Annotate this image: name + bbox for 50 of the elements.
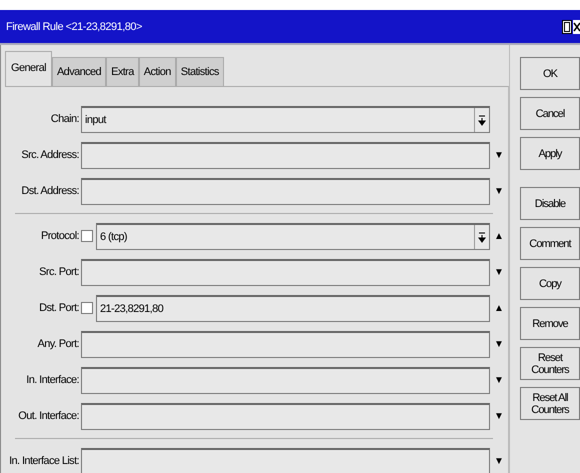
- tab[interactable]: General: [5, 51, 52, 86]
- text-field[interactable]: [81, 448, 490, 473]
- dropdown-icon[interactable]: [474, 108, 489, 132]
- field-label: In. Interface List:: [8, 455, 80, 467]
- field-label: Out. Interface:: [17, 410, 80, 422]
- action-button[interactable]: Disable: [520, 187, 580, 220]
- dropdown-icon[interactable]: [474, 224, 489, 248]
- toggle-arrow[interactable]: ▼: [490, 266, 508, 278]
- toggle-arrow[interactable]: ▲: [490, 302, 508, 314]
- toggle-arrow[interactable]: ▼: [490, 410, 508, 422]
- action-button[interactable]: Comment: [520, 227, 580, 260]
- action-button[interactable]: Remove: [520, 307, 580, 340]
- window-title: Firewall Rule <21-23,8291,80>: [5, 20, 142, 32]
- tab[interactable]: Extra: [106, 57, 139, 86]
- field-label: Dst. Port:: [38, 302, 80, 314]
- field-label: Protocol:: [40, 230, 80, 242]
- field-label: Src. Address:: [20, 149, 80, 161]
- checkbox[interactable]: [81, 230, 93, 242]
- tab[interactable]: Statistics: [176, 57, 224, 86]
- toggle-arrow[interactable]: ▼: [490, 338, 508, 350]
- action-button[interactable]: Reset Counters: [520, 347, 580, 380]
- text-field[interactable]: [81, 366, 490, 394]
- field-label: Chain:: [50, 113, 80, 125]
- text-field[interactable]: [81, 402, 490, 430]
- close-icon[interactable]: [573, 20, 580, 34]
- text-field[interactable]: [81, 330, 490, 358]
- toggle-arrow[interactable]: ▼: [490, 456, 508, 466]
- toggle-arrow[interactable]: ▼: [490, 374, 508, 386]
- field-label: Dst. Address:: [20, 185, 80, 197]
- tab[interactable]: Action: [138, 57, 176, 86]
- maximize-icon[interactable]: [562, 20, 572, 34]
- dropdown-field[interactable]: 6 (tcp): [96, 222, 490, 250]
- field-label: Src. Port:: [38, 266, 80, 278]
- action-button[interactable]: Copy: [520, 267, 580, 300]
- text-field[interactable]: [81, 258, 490, 286]
- field-label: In. Interface:: [25, 374, 80, 386]
- action-button[interactable]: Apply: [520, 137, 580, 170]
- action-button[interactable]: OK: [520, 57, 580, 90]
- text-field[interactable]: [81, 142, 490, 168]
- tab[interactable]: Advanced: [52, 57, 106, 86]
- toggle-arrow[interactable]: ▲: [490, 230, 508, 242]
- dropdown-field[interactable]: input: [81, 106, 490, 132]
- toggle-arrow[interactable]: ▼: [490, 150, 508, 160]
- text-field[interactable]: 21-23,8291,80: [96, 294, 490, 322]
- field-label: Any. Port:: [36, 338, 80, 350]
- action-button[interactable]: Reset All Counters: [520, 387, 580, 420]
- action-button[interactable]: Cancel: [520, 97, 580, 130]
- checkbox[interactable]: [81, 302, 93, 314]
- text-field[interactable]: [81, 178, 490, 204]
- toggle-arrow[interactable]: ▼: [490, 186, 508, 196]
